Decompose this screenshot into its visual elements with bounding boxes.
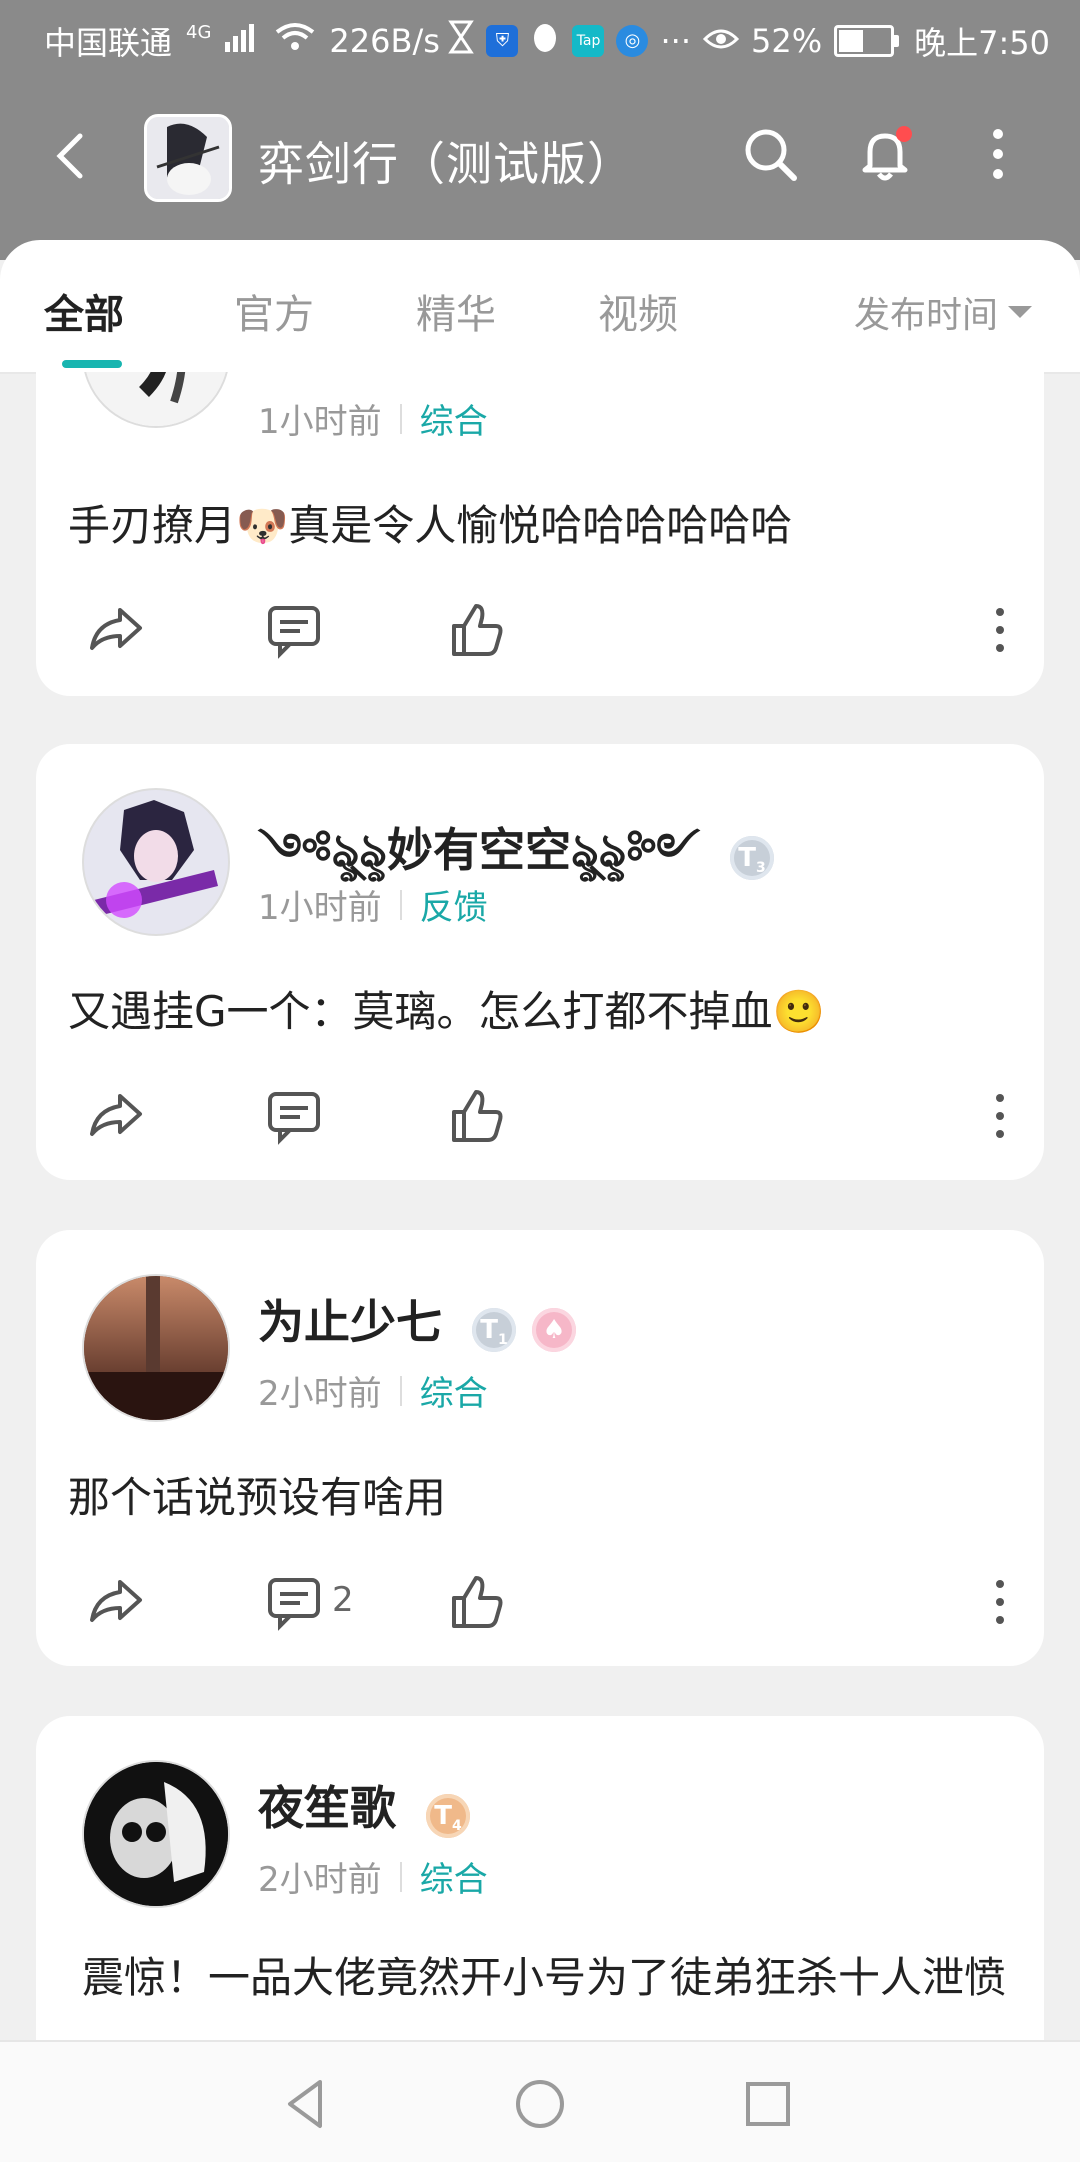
- like-icon[interactable]: [444, 1570, 508, 1634]
- status-bar: 中国联通 4G 226B/s ⛨ Tap ◎ ··· 52% 晚上7:50: [0, 0, 1080, 76]
- share-icon[interactable]: [84, 1570, 148, 1634]
- tab-all[interactable]: 全部: [44, 282, 124, 340]
- post-actions: [36, 1084, 1044, 1164]
- meta-divider: [399, 403, 402, 434]
- post-meta: 1小时前 综合: [258, 394, 488, 443]
- post-feed[interactable]: 1小时前 综合 手刃撩月🐶真是令人愉悦哈哈哈哈哈哈 ༺ৡ্ৡ妙有空空ৡ্ৡ༻ T…: [0, 372, 1080, 2040]
- post-time: 1小时前: [258, 888, 382, 928]
- post-more-icon[interactable]: [974, 1570, 1038, 1634]
- app-title: 弈剑行（测试版）: [258, 137, 634, 191]
- post-category[interactable]: 综合: [420, 1366, 488, 1415]
- share-icon[interactable]: [84, 1084, 148, 1148]
- back-arrow-icon: [56, 133, 83, 179]
- post-meta: 1小时前 反馈: [258, 880, 488, 929]
- meta-divider: [399, 889, 402, 920]
- sort-dropdown[interactable]: 发布时间: [854, 286, 1032, 338]
- system-nav-bar: [0, 2040, 1080, 2162]
- battery-icon: [834, 25, 900, 57]
- level-badge-icon: T4: [426, 1794, 471, 1838]
- avatar[interactable]: [82, 1760, 230, 1908]
- game-avatar[interactable]: [144, 114, 232, 202]
- tab-video[interactable]: 视频: [598, 282, 678, 340]
- header: 中国联通 4G 226B/s ⛨ Tap ◎ ··· 52% 晚上7:50 弈剑…: [0, 0, 1080, 260]
- clock: 晚上7:50: [914, 24, 1050, 62]
- tab-bar: 全部 官方 精华 视频 发布时间: [0, 240, 1080, 374]
- notifications-button[interactable]: [850, 120, 920, 190]
- tab-featured[interactable]: 精华: [416, 282, 496, 340]
- post-card[interactable]: ༺ৡ্ৡ妙有空空ৡ্ৡ༻ T3 1小时前 反馈 又遇挂G一个：莫璃。怎么打都不掉…: [36, 744, 1044, 1180]
- post-card[interactable]: 为止少七 T1 ♠ 2小时前 综合 那个话说预设有啥用 2: [36, 1230, 1044, 1666]
- signal-icon: [225, 22, 261, 60]
- share-icon[interactable]: [84, 598, 148, 662]
- avatar[interactable]: [82, 1274, 230, 1422]
- level-badge-icon: T3: [730, 836, 774, 880]
- comment-icon[interactable]: [262, 598, 326, 662]
- wifi-icon: [275, 22, 315, 60]
- hourglass-icon: [448, 20, 475, 62]
- eye-icon: [702, 22, 740, 60]
- post-actions: 2: [36, 1570, 1044, 1650]
- post-category[interactable]: 综合: [420, 394, 488, 443]
- post-time: 1小时前: [258, 402, 382, 442]
- battery-percent: 52%: [751, 22, 823, 60]
- carrier-label: 中国联通: [44, 24, 173, 62]
- post-text[interactable]: 手刃撩月🐶真是令人愉悦哈哈哈哈哈哈: [68, 492, 792, 553]
- post-more-icon[interactable]: [974, 1084, 1038, 1148]
- level-badge-icon: T1: [472, 1308, 517, 1352]
- tab-official[interactable]: 官方: [234, 282, 314, 340]
- ellipsis-icon: ···: [660, 22, 691, 60]
- sort-label: 发布时间: [853, 295, 998, 336]
- avatar[interactable]: [82, 788, 230, 936]
- post-card[interactable]: 1小时前 综合 手刃撩月🐶真是令人愉悦哈哈哈哈哈哈: [36, 372, 1044, 696]
- username[interactable]: 为止少七 T1 ♠: [258, 1286, 577, 1352]
- more-vertical-icon: [993, 129, 1003, 179]
- post-more-icon[interactable]: [974, 598, 1038, 662]
- avatar[interactable]: [82, 372, 230, 428]
- meta-divider: [399, 1861, 402, 1892]
- caret-down-icon: [1008, 306, 1032, 318]
- post-text[interactable]: 那个话说预设有啥用: [68, 1464, 446, 1525]
- post-text[interactable]: 又遇挂G一个：莫璃。怎么打都不掉血🙂: [68, 978, 825, 1039]
- post-meta: 2小时前 综合: [258, 1852, 488, 1901]
- search-button[interactable]: [736, 120, 806, 190]
- shield-app-icon: ⛨: [486, 25, 519, 57]
- app-bar: 弈剑行（测试版）: [0, 100, 1080, 220]
- comment-icon[interactable]: [262, 1084, 326, 1148]
- post-category[interactable]: 反馈: [420, 880, 488, 929]
- post-time: 2小时前: [258, 1374, 382, 1414]
- more-button[interactable]: [968, 120, 1038, 190]
- penguin-icon: [530, 20, 560, 62]
- back-button[interactable]: [44, 128, 100, 184]
- comment-icon[interactable]: [262, 1570, 326, 1634]
- meta-divider: [399, 1375, 402, 1406]
- browser-icon: ◎: [616, 25, 649, 57]
- like-icon[interactable]: [444, 1084, 508, 1148]
- post-actions: [36, 598, 1044, 678]
- nav-recents-icon[interactable]: [736, 2072, 800, 2136]
- post-meta: 2小时前 综合: [258, 1366, 488, 1415]
- notification-dot: [896, 126, 912, 142]
- taptap-icon: Tap: [572, 25, 605, 57]
- comment-count: 2: [332, 1580, 354, 1620]
- post-category[interactable]: 综合: [420, 1852, 488, 1901]
- like-icon[interactable]: [444, 598, 508, 662]
- nav-home-icon[interactable]: [508, 2072, 572, 2136]
- post-card[interactable]: 夜笙歌 T4 2小时前 综合 震惊！一品大佬竟然开小号为了徒弟狂杀十人泄愤: [36, 1716, 1044, 2040]
- search-icon: [745, 129, 797, 181]
- nav-back-icon[interactable]: [276, 2072, 340, 2136]
- post-text[interactable]: 震惊！一品大佬竟然开小号为了徒弟狂杀十人泄愤: [82, 1948, 1022, 2008]
- network-speed: 226B/s: [329, 22, 440, 60]
- username[interactable]: 夜笙歌 T4: [258, 1772, 471, 1838]
- active-tab-indicator: [62, 360, 122, 368]
- post-time: 2小时前: [258, 1860, 382, 1900]
- network-type: 4G: [186, 21, 212, 43]
- special-badge-icon: ♠: [532, 1308, 577, 1352]
